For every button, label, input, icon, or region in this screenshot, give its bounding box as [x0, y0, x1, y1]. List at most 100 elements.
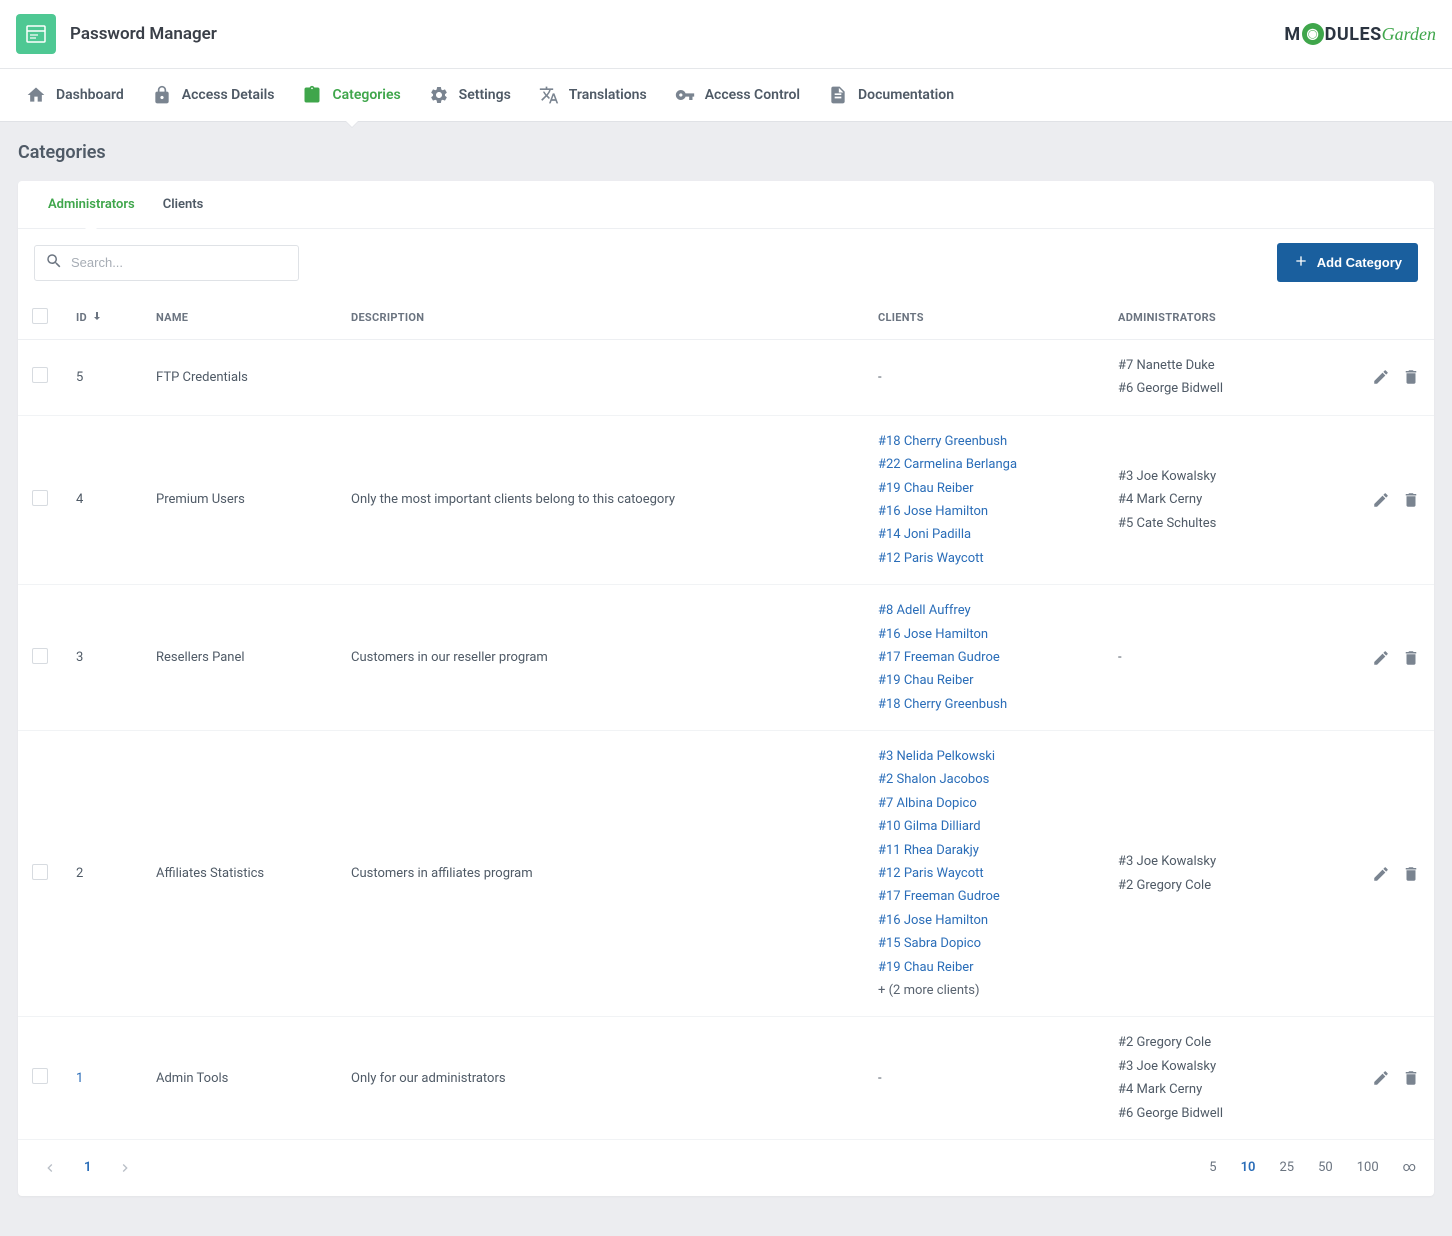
- nav-label: Dashboard: [56, 87, 124, 103]
- client-link[interactable]: #14 Joni Padilla: [878, 523, 1090, 546]
- client-link[interactable]: #17 Freeman Gudroe: [878, 885, 1090, 908]
- client-link[interactable]: #18 Cherry Greenbush: [878, 430, 1090, 453]
- admin-line: #2 Gregory Cole: [1118, 874, 1320, 897]
- search-box[interactable]: [34, 245, 299, 281]
- nav-label: Categories: [332, 87, 400, 103]
- panel-toolbar: Add Category: [18, 229, 1434, 296]
- client-link[interactable]: #19 Chau Reiber: [878, 477, 1090, 500]
- app-icon: [16, 14, 56, 54]
- page-size-100[interactable]: 100: [1357, 1160, 1379, 1175]
- delete-button[interactable]: [1402, 491, 1420, 509]
- nav-label: Documentation: [858, 87, 954, 103]
- delete-button[interactable]: [1402, 1069, 1420, 1087]
- nav-item-documentation[interactable]: Documentation: [814, 69, 968, 121]
- client-link[interactable]: #19 Chau Reiber: [878, 669, 1090, 692]
- row-description: Customers in affiliates program: [351, 866, 533, 881]
- row-checkbox[interactable]: [32, 1068, 48, 1084]
- page-size-5[interactable]: 5: [1209, 1160, 1216, 1175]
- doc-icon: [828, 85, 848, 105]
- brand-text-modules: DULES: [1325, 24, 1382, 45]
- delete-button[interactable]: [1402, 865, 1420, 883]
- brand-text-garden: Garden: [1382, 24, 1436, 45]
- table-row: 5FTP Credentials-#7 Nanette Duke#6 Georg…: [18, 340, 1434, 416]
- page-size-10[interactable]: 10: [1241, 1160, 1256, 1175]
- client-link[interactable]: #10 Gilma Dilliard: [878, 815, 1090, 838]
- client-link[interactable]: #12 Paris Waycott: [878, 547, 1090, 570]
- edit-button[interactable]: [1372, 865, 1390, 883]
- page-size-50[interactable]: 50: [1318, 1160, 1333, 1175]
- admin-line: #3 Joe Kowalsky: [1118, 850, 1320, 873]
- row-id: 4: [76, 492, 83, 507]
- client-link[interactable]: #19 Chau Reiber: [878, 956, 1090, 979]
- delete-button[interactable]: [1402, 649, 1420, 667]
- app-header: Password Manager M ◉ DULES Garden: [0, 0, 1452, 69]
- col-header-admins[interactable]: ADMINISTRATORS: [1118, 311, 1216, 324]
- row-checkbox[interactable]: [32, 490, 48, 506]
- row-name: Admin Tools: [156, 1071, 228, 1086]
- client-link[interactable]: #7 Albina Dopico: [878, 792, 1090, 815]
- home-icon: [26, 85, 46, 105]
- nav-item-settings[interactable]: Settings: [415, 69, 525, 121]
- brand-logo: M ◉ DULES Garden: [1284, 23, 1436, 45]
- page-size-∞[interactable]: ∞: [1403, 1160, 1416, 1175]
- add-category-button[interactable]: Add Category: [1277, 243, 1418, 282]
- row-name: Resellers Panel: [156, 650, 245, 665]
- client-link[interactable]: #16 Jose Hamilton: [878, 909, 1090, 932]
- nav-item-categories[interactable]: Categories: [288, 69, 414, 121]
- admins-empty: -: [1118, 650, 1122, 665]
- admin-line: #7 Nanette Duke: [1118, 354, 1320, 377]
- row-id-link[interactable]: 1: [76, 1071, 83, 1086]
- nav-item-dashboard[interactable]: Dashboard: [12, 69, 138, 121]
- client-link[interactable]: #18 Cherry Greenbush: [878, 693, 1090, 716]
- next-page-button[interactable]: [111, 1154, 139, 1182]
- col-header-clients[interactable]: CLIENTS: [878, 311, 924, 324]
- col-header-id-label: ID: [76, 311, 87, 324]
- edit-button[interactable]: [1372, 649, 1390, 667]
- nav-label: Settings: [459, 87, 511, 103]
- edit-button[interactable]: [1372, 368, 1390, 386]
- prev-page-button[interactable]: [36, 1154, 64, 1182]
- client-link[interactable]: #12 Paris Waycott: [878, 862, 1090, 885]
- col-header-name[interactable]: NAME: [156, 311, 188, 324]
- table-row: 1Admin ToolsOnly for our administrators-…: [18, 1017, 1434, 1140]
- row-description: Customers in our reseller program: [351, 650, 548, 665]
- search-input[interactable]: [71, 255, 288, 270]
- tab-clients[interactable]: Clients: [149, 181, 218, 228]
- client-link[interactable]: #16 Jose Hamilton: [878, 623, 1090, 646]
- page-size-25[interactable]: 25: [1279, 1160, 1294, 1175]
- delete-button[interactable]: [1402, 368, 1420, 386]
- gear-icon: [429, 85, 449, 105]
- client-link[interactable]: #2 Shalon Jacobos: [878, 768, 1090, 791]
- plus-icon: [1293, 253, 1309, 272]
- page-number[interactable]: 1: [74, 1160, 101, 1175]
- edit-button[interactable]: [1372, 1069, 1390, 1087]
- nav-item-access-details[interactable]: Access Details: [138, 69, 289, 121]
- row-checkbox[interactable]: [32, 864, 48, 880]
- client-link[interactable]: #16 Jose Hamilton: [878, 500, 1090, 523]
- row-description: Only the most important clients belong t…: [351, 492, 675, 507]
- tab-administrators[interactable]: Administrators: [34, 181, 149, 228]
- col-header-description[interactable]: DESCRIPTION: [351, 311, 424, 324]
- brand-globe-icon: ◉: [1302, 23, 1324, 45]
- client-link[interactable]: #15 Sabra Dopico: [878, 932, 1090, 955]
- admin-line: #6 George Bidwell: [1118, 377, 1320, 400]
- nav-item-access-control[interactable]: Access Control: [661, 69, 814, 121]
- row-checkbox[interactable]: [32, 367, 48, 383]
- row-name: Premium Users: [156, 492, 245, 507]
- translate-icon: [539, 85, 559, 105]
- col-header-id[interactable]: ID: [76, 310, 103, 325]
- nav-item-translations[interactable]: Translations: [525, 69, 661, 121]
- select-all-checkbox[interactable]: [32, 308, 48, 324]
- categories-panel: AdministratorsClients Add Category: [18, 181, 1434, 1196]
- client-link[interactable]: #3 Nelida Pelkowski: [878, 745, 1090, 768]
- edit-button[interactable]: [1372, 491, 1390, 509]
- client-link[interactable]: #11 Rhea Darakjy: [878, 839, 1090, 862]
- row-name: Affiliates Statistics: [156, 866, 264, 881]
- client-link[interactable]: #22 Carmelina Berlanga: [878, 453, 1090, 476]
- client-link[interactable]: #17 Freeman Gudroe: [878, 646, 1090, 669]
- panel-tabs: AdministratorsClients: [18, 181, 1434, 229]
- client-link[interactable]: #8 Adell Auffrey: [878, 599, 1090, 622]
- row-checkbox[interactable]: [32, 648, 48, 664]
- admin-line: #3 Joe Kowalsky: [1118, 465, 1320, 488]
- sort-desc-icon: [91, 310, 103, 325]
